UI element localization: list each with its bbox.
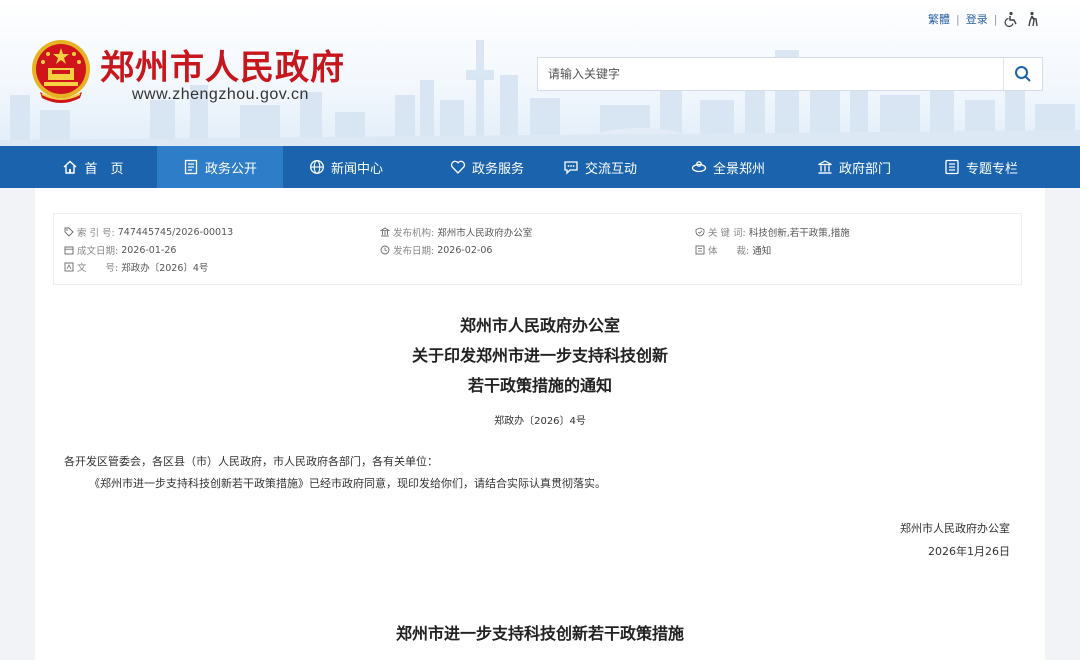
site-domain: www.zhengzhou.gov.cn xyxy=(132,86,309,103)
meta-key: 成文日期: xyxy=(77,246,119,257)
meta-key: 索 引 号: xyxy=(77,228,115,239)
document-sign-date: 2026年1月26日 xyxy=(928,545,1010,558)
meta-value: 2026-01-26 xyxy=(121,244,177,256)
document-title-line-1: 郑州市人民政府办公室 xyxy=(459,316,620,335)
globe-icon xyxy=(310,160,324,174)
meta-key: 发布日期: xyxy=(393,246,435,257)
main-navigation: 首 页 政务公开 新闻中心 政务服务 交流互动 全景郑州 政府部门 专题专栏 xyxy=(0,146,1080,188)
shield-check-icon xyxy=(695,227,705,237)
tag-icon xyxy=(64,227,74,237)
text-icon xyxy=(64,262,74,272)
list-icon xyxy=(695,245,705,255)
nav-item-news-center[interactable]: 新闻中心 xyxy=(283,146,409,188)
elderly-mode-icon[interactable] xyxy=(1025,11,1041,27)
panorama-icon xyxy=(691,161,707,173)
document-title-line-3: 若干政策措施的通知 xyxy=(467,376,612,395)
policy-section-title: 郑州市进一步支持科技创新若干政策措施 xyxy=(395,624,684,643)
nav-item-panorama[interactable]: 全景郑州 xyxy=(665,146,791,188)
nav-item-label: 专题专栏 xyxy=(965,161,1018,177)
document-title-line-2: 关于印发郑州市进一步支持科技创新 xyxy=(411,346,668,365)
meta-value: 郑政办〔2026〕4号 xyxy=(121,263,209,274)
nav-item-label: 首 页 xyxy=(84,161,124,177)
link-separator: | xyxy=(956,12,960,26)
document-icon xyxy=(184,159,198,175)
meta-value: 郑州市人民政府办公室 xyxy=(437,228,533,239)
meta-key: 文 号: xyxy=(77,263,119,274)
link-separator: | xyxy=(993,12,998,26)
meta-index-number: 索 引 号: 747445745/2026-00013 xyxy=(64,225,233,239)
chat-icon xyxy=(564,161,578,175)
meta-value: 科技创新,若干政策,措施 xyxy=(748,228,850,239)
document-number: 郑政办〔2026〕4号 xyxy=(494,416,586,427)
nav-item-special-topics[interactable]: 专题专栏 xyxy=(918,146,1044,188)
wheelchair-accessibility-icon[interactable] xyxy=(1003,11,1019,27)
meta-publisher: 发布机构: 郑州市人民政府办公室 xyxy=(380,225,532,239)
document-salutation: 各开发区管委会，各区县（市）人民政府，市人民政府各部门，各有关单位： xyxy=(64,455,438,468)
nav-item-label: 政务服务 xyxy=(471,161,524,177)
meta-value: 2026-02-06 xyxy=(437,244,493,256)
national-emblem-logo xyxy=(32,40,90,103)
nav-item-interaction[interactable]: 交流互动 xyxy=(535,146,665,188)
meta-genre: 体 裁: 通知 xyxy=(695,243,771,257)
meta-created-date: 成文日期: 2026-01-26 xyxy=(64,243,176,257)
document-metadata-box: 索 引 号: 747445745/2026-00013 成文日期: 2026-0… xyxy=(53,213,1022,285)
article-content: 索 引 号: 747445745/2026-00013 成文日期: 2026-0… xyxy=(35,188,1045,660)
login-link[interactable]: 登录 xyxy=(966,11,988,27)
nav-item-government-affairs[interactable]: 政务公开 xyxy=(157,146,283,188)
document-body-paragraph: 《郑州市进一步支持科技创新若干政策措施》已经市政府同意，现印发给你们，请结合实际… xyxy=(89,477,606,490)
search-icon xyxy=(1015,66,1031,82)
building-icon xyxy=(818,160,832,174)
meta-document-number: 文 号: 郑政办〔2026〕4号 xyxy=(64,260,208,274)
meta-value: 747445745/2026-00013 xyxy=(117,226,234,238)
meta-key: 发布机构: xyxy=(393,228,435,239)
calendar-icon xyxy=(64,246,74,255)
nav-item-label: 交流互动 xyxy=(584,161,637,177)
building-icon xyxy=(380,227,390,237)
meta-keywords: 关 键 词: 科技创新,若干政策,措施 xyxy=(695,225,850,239)
site-title[interactable]: 郑州市人民政府 xyxy=(100,40,345,89)
clock-icon xyxy=(380,245,390,255)
meta-key: 关 键 词: xyxy=(708,228,746,239)
search-box xyxy=(537,57,1043,91)
nav-item-label: 政务公开 xyxy=(204,161,257,177)
meta-published-date: 发布日期: 2026-02-06 xyxy=(380,243,492,257)
meta-key: 体 裁: xyxy=(708,246,750,257)
nav-item-label: 新闻中心 xyxy=(330,161,383,177)
meta-value: 通知 xyxy=(752,246,772,257)
nav-item-label: 全景郑州 xyxy=(712,161,765,177)
top-links: 繁體 | 登录 | xyxy=(928,11,1041,27)
heart-icon xyxy=(450,160,466,174)
search-button[interactable] xyxy=(1003,58,1042,90)
site-header: 郑州市人民政府 www.zhengzhou.gov.cn 繁體 | 登录 | xyxy=(0,0,1080,146)
nav-item-label: 政府部门 xyxy=(838,161,891,177)
nav-item-home[interactable]: 首 页 xyxy=(30,146,156,188)
document-signatory: 郑州市人民政府办公室 xyxy=(900,522,1010,535)
list-icon xyxy=(945,159,959,175)
nav-item-departments[interactable]: 政府部门 xyxy=(791,146,917,188)
home-icon xyxy=(64,160,77,174)
search-input[interactable] xyxy=(538,58,1004,90)
traditional-chinese-link[interactable]: 繁體 xyxy=(928,11,950,27)
